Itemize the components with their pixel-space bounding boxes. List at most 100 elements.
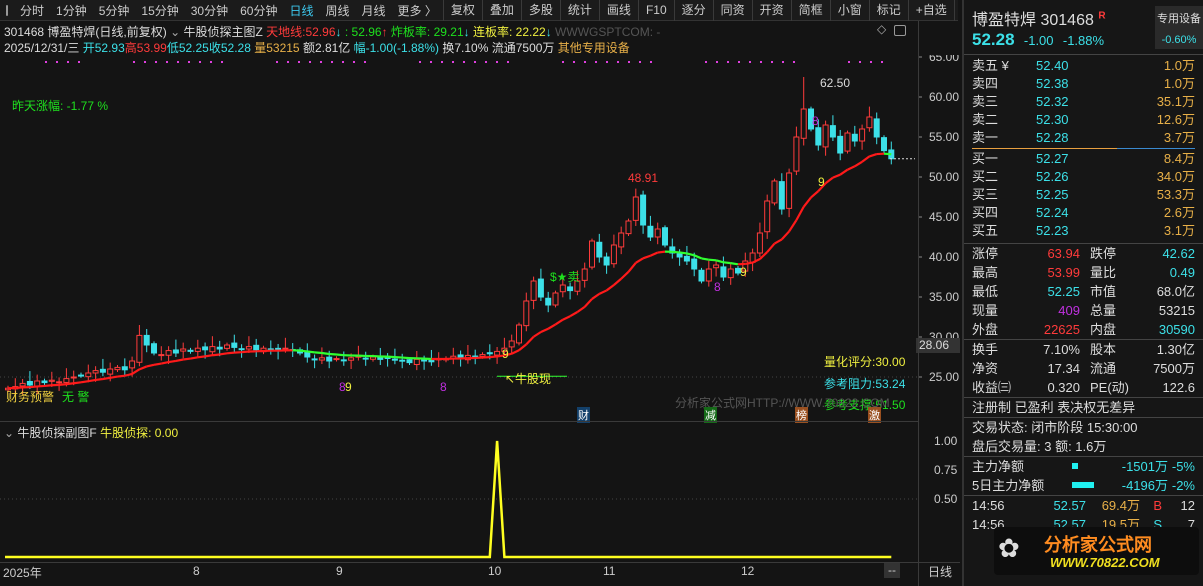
candle (523, 292, 530, 332)
indicator-dropdown-icon[interactable]: ⌄ (170, 25, 180, 39)
sidebar-toggle-icon[interactable] (6, 4, 8, 16)
ma-line-segment (525, 335, 535, 346)
stock-flags: 注册制 已盈利 表决权无差异 (972, 400, 1136, 415)
signal-dot (771, 61, 773, 63)
toolbar-button-1[interactable]: 叠加 (481, 0, 521, 21)
y-tick-label: 60.00 (929, 90, 959, 104)
candle (304, 343, 311, 363)
period-2[interactable]: 5分钟 (93, 2, 136, 19)
axis-scroll-button[interactable]: -- (884, 563, 900, 578)
ma-line-segment (795, 206, 805, 221)
toolbar-button-10[interactable]: 小窗 (829, 0, 869, 21)
ma-line-segment (314, 351, 322, 355)
lianban-value: 22.22 (515, 25, 546, 39)
bids-row: 买五 52.23 3.1万 (972, 223, 1195, 238)
ma-line-segment (146, 363, 155, 368)
ma-line-segment (576, 305, 586, 313)
candle (683, 245, 690, 265)
toolbar-button-4[interactable]: 画线 (598, 0, 638, 21)
ma-line-segment (847, 165, 856, 171)
candle (822, 120, 829, 156)
nine-marker: 9 (502, 347, 509, 361)
ma-line-segment (766, 242, 776, 253)
sector-badge[interactable]: 专用设备 -0.60% (1155, 6, 1203, 49)
candle (873, 112, 880, 145)
resist-row: 参考阻力:53.24 (824, 377, 906, 391)
ma-line-segment (788, 219, 798, 233)
indicator-name[interactable]: 牛股侦探主图Z (183, 25, 262, 39)
ma-line-segment (299, 349, 308, 353)
signal-dot (144, 61, 146, 63)
period-3[interactable]: 15分钟 (135, 2, 184, 19)
signal-dot (716, 61, 718, 63)
candle (786, 168, 793, 218)
period-9[interactable]: 更多 〉 (392, 2, 443, 19)
candle (530, 276, 537, 310)
signal-dot (309, 61, 311, 63)
candle (705, 260, 712, 287)
ma-line-segment (723, 261, 731, 265)
period-label[interactable]: 日线 (928, 563, 952, 580)
signal-dot (639, 61, 641, 63)
bar-change: 幅-1.00(-1.88%) (353, 41, 440, 55)
candle (172, 339, 179, 357)
signal-dot (507, 61, 509, 63)
ma-line-segment (241, 350, 250, 354)
toolbar-button-2[interactable]: 多股 (520, 0, 560, 21)
local-high-label: 48.91 (628, 171, 659, 185)
sub-chart[interactable]: 1.00 0.75 0.50 (0, 421, 960, 563)
period-6[interactable]: 日线 (283, 2, 319, 19)
ma-line-segment (693, 254, 702, 260)
ma-line-segment (532, 331, 542, 338)
period-1[interactable]: 1分钟 (50, 2, 93, 19)
toolbar-button-6[interactable]: 逐分 (673, 0, 713, 21)
ma-line-segment (701, 257, 709, 261)
toolbar-button-7[interactable]: 同资 (712, 0, 752, 21)
kline-chart[interactable]: 65.0060.0055.0050.0045.0040.0035.0030.00… (0, 55, 960, 421)
info-line-1: 301468 博盈特焊(日线,前复权) ⌄ 牛股侦探主图Z 天地线:52.96↓… (4, 25, 661, 39)
toolbar-button-11[interactable]: 标记 (868, 0, 908, 21)
flow-bar (1072, 482, 1094, 488)
toolbar-button-12[interactable]: +自选 (907, 0, 954, 21)
candle (187, 347, 194, 354)
toolbar-button-5[interactable]: F10 (637, 0, 674, 21)
toolbar-button-9[interactable]: 简框 (790, 0, 830, 21)
buy-signal: ↖牛股现 (505, 372, 552, 386)
ma-line-segment (321, 351, 330, 356)
ma-line-segment (153, 362, 162, 366)
signal-dot (298, 61, 300, 63)
signal-dot (595, 61, 597, 63)
eight-marker: 8 (812, 114, 819, 128)
candle (311, 354, 318, 369)
ma-line-segment (518, 343, 527, 352)
candle (698, 267, 705, 284)
period-4[interactable]: 30分钟 (185, 2, 234, 19)
period-8[interactable]: 月线 (356, 2, 392, 19)
ma-line-segment (635, 257, 644, 264)
panel-toggle-icon[interactable] (894, 25, 906, 36)
signal-dot (188, 61, 190, 63)
last-price: 52.28 (972, 30, 1015, 49)
candle (151, 341, 157, 356)
toolbar-button-0[interactable]: 复权 (442, 0, 482, 21)
stock-name: 博盈特焊 (972, 12, 1037, 29)
candle (399, 353, 406, 369)
period-7[interactable]: 周线 (319, 2, 355, 19)
price-pct: -1.88% (1062, 33, 1105, 48)
toolbar-button-8[interactable]: 开资 (751, 0, 791, 21)
period-5[interactable]: 60分钟 (234, 2, 283, 19)
signal-dot (606, 61, 608, 63)
stat-row: 外盘 22625 内盘 30590 (972, 322, 1195, 337)
asks-row: 卖四 52.38 1.0万 (972, 76, 1195, 91)
candle (778, 173, 785, 215)
toolbar-button-3[interactable]: 统计 (559, 0, 599, 21)
period-0[interactable]: 分时 (14, 2, 50, 19)
ma-line-segment (102, 376, 111, 381)
ma-line-segment (679, 251, 688, 255)
signal-dot (276, 61, 278, 63)
y-tick-label: 50.00 (929, 170, 959, 184)
sell-signal: $★卖 (550, 270, 580, 284)
stat-row: 换手 7.10% 股本 1.30亿 (972, 342, 1195, 357)
diamond-icon[interactable]: ◇ (877, 22, 886, 36)
site-logo: ✿ 分析家公式网 WWW.70822.COM (994, 527, 1199, 575)
